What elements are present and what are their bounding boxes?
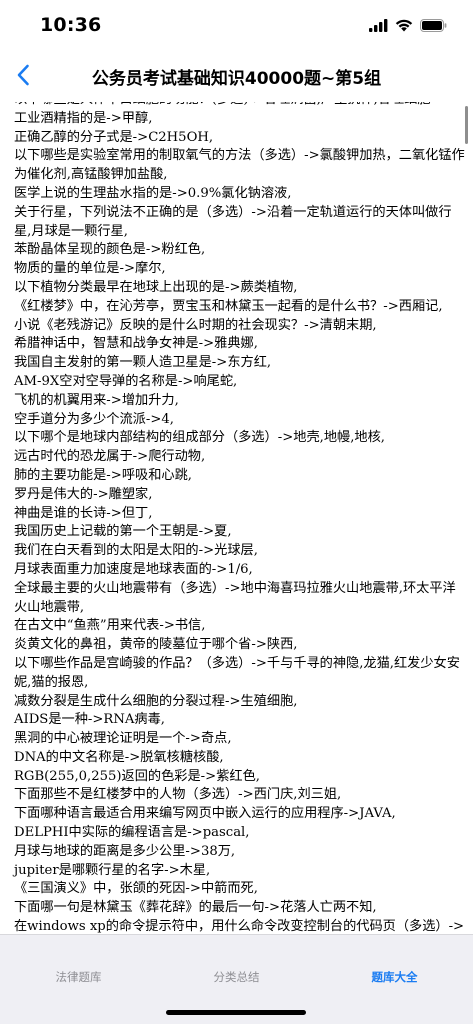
question-line: 以下哪些作品是宫崎骏的作品？（多选）->千与千寻的神隐,龙猫,红发少女安妮,猫的… <box>14 655 460 690</box>
question-line: 炎黄文化的鼻祖，黄帝的陵墓位于哪个省->陕西, <box>14 637 298 653</box>
question-line: RGB(255,0,255)返回的色彩是->紫红色, <box>14 768 260 784</box>
question-line: AM-9X空对空导弹的名称是->响尾蛇, <box>14 373 238 389</box>
chevron-left-icon <box>16 64 30 90</box>
question-line: 月球表面重力加速度是地球表面的->1/6, <box>14 561 253 577</box>
tab-category-summary[interactable]: 分类总结 <box>158 969 315 985</box>
question-line: 全球最主要的火山地震带有（多选）->地中海喜玛拉雅火山地震带,环太平洋火山地震带… <box>14 580 456 615</box>
question-line: AIDS是一种->RNA病毒, <box>14 712 165 728</box>
question-line: 空手道分为多少个流派->4, <box>14 411 174 427</box>
scrollbar[interactable] <box>465 106 468 144</box>
question-line: 在windows xp的命令提示符中，用什么命令改变控制台的代码页（多选）->c… <box>14 919 465 934</box>
back-button[interactable] <box>6 60 40 94</box>
question-line: 在古文中“鱼燕”用来代表->书信, <box>14 618 206 634</box>
status-bar: 10:36 <box>0 0 473 50</box>
question-text: 以下哪些是人体中白细胞的功能？(多选)->吞噬病菌,产生抗体,吞噬细胞工业酒精指… <box>14 102 466 934</box>
battery-icon <box>420 17 447 36</box>
tab-question-collection[interactable]: 题库大全 <box>316 969 473 985</box>
question-line: 我国自主发射的第一颗人造卫星是->东方红, <box>14 355 272 371</box>
question-line: jupiter是哪颗行星的名字->木星, <box>14 862 211 878</box>
tab-law-questions[interactable]: 法律题库 <box>0 969 157 985</box>
question-line: 飞机的机翼用来->增加升力, <box>14 392 179 408</box>
home-indicator <box>166 1010 306 1015</box>
question-line: 以下哪些是人体中白细胞的功能？(多选)->吞噬病菌,产生抗体,吞噬细胞 <box>14 102 466 110</box>
question-line: 减数分裂是生成什么细胞的分裂过程->生殖细胞, <box>14 693 298 709</box>
question-line: 罗丹是伟大的->雕塑家, <box>14 486 153 502</box>
question-line: 小说《老残游记》反映的是什么时期的社会现实？->清朝末期, <box>14 317 377 333</box>
status-icons <box>369 17 447 36</box>
question-line: 神曲是谁的长诗->但丁, <box>14 505 153 521</box>
question-line: 正确乙醇的分子式是->C2H5OH, <box>14 129 214 145</box>
question-line: 月球与地球的距离是多少公里->38万, <box>14 843 236 859</box>
question-line: 《三国演义》中，张颌的死因->中箭而死, <box>14 881 258 897</box>
question-list-scroll-view[interactable]: 以下哪些是人体中白细胞的功能？(多选)->吞噬病菌,产生抗体,吞噬细胞工业酒精指… <box>0 102 473 934</box>
question-line: 我国历史上记载的第一个王朝是->夏, <box>14 524 232 540</box>
page-title: 公务员考试基础知识40000题~第5组 <box>91 69 382 89</box>
question-line: 黑洞的中心被理论证明是一个->奇点, <box>14 731 232 747</box>
question-line: 以下哪些是实验室常用的制取氧气的方法（多选）->氯酸钾加热，二氧化锰作为催化剂,… <box>14 148 465 183</box>
question-line: 苯酚晶体呈现的颜色是->粉红色, <box>14 242 206 258</box>
question-line: 工业酒精指的是->甲醇, <box>14 110 153 126</box>
question-line: 以下植物分类最早在地球上出现的是->蕨类植物, <box>14 279 298 295</box>
question-line: 物质的量的单位是->摩尔, <box>14 261 166 277</box>
question-line: 远古时代的恐龙属于->爬行动物, <box>14 449 206 465</box>
question-line: 医学上说的生理盐水指的是->0.9%氯化钠溶液, <box>14 185 292 201</box>
question-line: DELPHI中实际的编程语言是->pascal, <box>14 825 250 841</box>
wifi-icon <box>395 17 413 36</box>
question-line: 下面哪一句是林黛玉《葬花辞》的最后一句->花落人亡两不知, <box>14 900 377 916</box>
question-line: 下面哪种语言最适合用来编写网页中嵌入运行的应用程序->JAVA, <box>14 806 396 822</box>
question-line: 关于行星，下列说法不正确的是（多选）->沿着一定轨道运行的天体叫做行星,月球是一… <box>14 204 452 239</box>
question-line: 下面那些不是红楼梦中的人物（多选）->西门庆,刘三姐, <box>14 787 342 803</box>
question-line: 以下哪个是地球内部结构的组成部分（多选）->地壳,地幔,地核, <box>14 430 385 446</box>
question-line: 希腊神话中，智慧和战争女神是->雅典娜, <box>14 336 258 352</box>
question-line: 我们在白天看到的太阳是太阳的->光球层, <box>14 543 258 559</box>
status-time: 10:36 <box>40 14 102 36</box>
question-line: 《红楼梦》中，在沁芳亭，贾宝玉和林黛玉一起看的是什么书？->西厢记, <box>14 298 443 314</box>
signal-icon <box>369 17 388 36</box>
question-line: 肺的主要功能是->呼吸和心跳, <box>14 467 192 483</box>
question-line: DNA的中文名称是->脱氧核糖核酸, <box>14 749 224 765</box>
navigation-bar: 公务员考试基础知识40000题~第5组 <box>0 50 473 102</box>
